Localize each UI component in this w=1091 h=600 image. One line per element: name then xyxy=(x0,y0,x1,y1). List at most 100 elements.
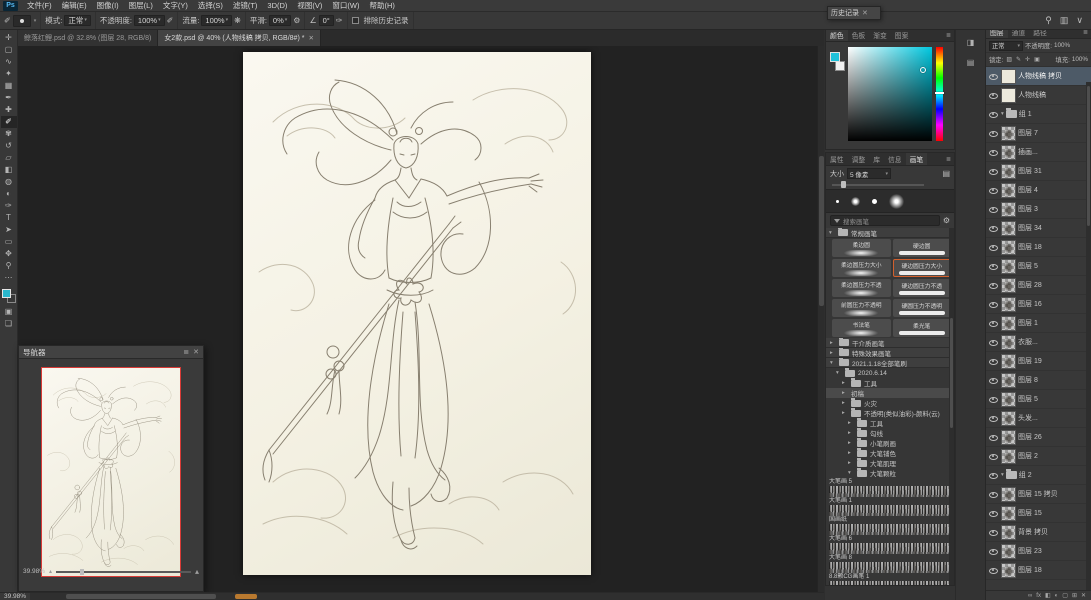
brush-tool[interactable]: ✐ xyxy=(0,116,17,128)
color-swatches[interactable] xyxy=(1,289,16,303)
brush-sample[interactable]: 大笔画 6 xyxy=(826,535,954,554)
layer-thumbnail[interactable] xyxy=(1001,258,1016,274)
healing-brush-tool[interactable]: ✚ xyxy=(1,104,17,116)
chevron-icon[interactable] xyxy=(848,460,854,466)
scrollbar-marker[interactable] xyxy=(235,594,258,599)
panel-menu-icon[interactable]: ≣ xyxy=(946,29,954,41)
zoom-out-icon[interactable]: ▴ xyxy=(49,568,52,575)
visibility-toggle[interactable] xyxy=(988,434,999,441)
brush-preset[interactable]: 书法笔 xyxy=(832,319,891,337)
document-canvas[interactable] xyxy=(243,52,591,575)
chevron-icon[interactable] xyxy=(842,400,848,406)
visibility-toggle[interactable] xyxy=(988,282,999,289)
visibility-toggle[interactable] xyxy=(988,396,999,403)
edit-toolbar-button[interactable]: ⋯ xyxy=(1,272,17,284)
close-icon[interactable]: ✕ xyxy=(193,348,199,356)
smoothing-gear-icon[interactable]: ⚙ xyxy=(293,16,300,25)
hue-slider[interactable] xyxy=(936,47,943,141)
brush-folder-row[interactable]: 特殊效果画笔 xyxy=(826,348,954,358)
flow-value[interactable]: 100% ▾ xyxy=(201,15,233,26)
layer-row[interactable]: 图层 19 xyxy=(986,352,1091,371)
layer-row[interactable]: 图层 28 xyxy=(986,276,1091,295)
slider-handle[interactable] xyxy=(841,181,847,188)
visibility-toggle[interactable] xyxy=(988,548,999,555)
brush-preset[interactable]: 柔边圆压力大小 xyxy=(832,259,891,277)
layer-thumbnail[interactable] xyxy=(1001,144,1016,160)
layer-mask-icon[interactable]: ◧ xyxy=(1045,592,1051,599)
delete-layer-icon[interactable]: ✕ xyxy=(1081,592,1086,599)
path-select-tool[interactable]: ➤ xyxy=(1,224,17,236)
visibility-toggle[interactable] xyxy=(988,472,999,479)
layer-row[interactable]: 头发... xyxy=(986,409,1091,428)
visibility-toggle[interactable] xyxy=(988,92,999,99)
layer-row[interactable]: 图层 5 xyxy=(986,257,1091,276)
brush-group-header[interactable]: 常规画笔 xyxy=(826,228,954,238)
brush-folder-row[interactable]: 火灾 xyxy=(826,398,954,408)
lock-all-icon[interactable]: ▣ xyxy=(1034,56,1040,63)
brush-preset[interactable]: 柔光笔 xyxy=(892,319,951,337)
link-layers-icon[interactable]: ∞ xyxy=(1028,593,1032,599)
visibility-toggle[interactable] xyxy=(988,415,999,422)
group-chevron-icon[interactable] xyxy=(1001,111,1004,117)
smoothing-value[interactable]: 0% ▾ xyxy=(268,15,292,26)
search-icon[interactable]: ⚲ xyxy=(1045,15,1052,26)
panel-tab[interactable]: 渐变 xyxy=(869,29,891,41)
visibility-toggle[interactable] xyxy=(988,206,999,213)
hue-slider-handle[interactable] xyxy=(935,92,944,94)
brush-sample[interactable]: 大笔画 8 xyxy=(826,554,954,573)
panel-menu-icon[interactable]: ≣ xyxy=(946,153,954,165)
menu-item[interactable]: 选择(S) xyxy=(193,0,228,11)
document-tab[interactable]: 女2款.psd @ 40% (人物线稿 拷贝, RGB/8#) * ✕ xyxy=(158,30,321,46)
menu-item[interactable]: 视图(V) xyxy=(292,0,327,11)
brush-preset[interactable]: 硬边圆压力不透 xyxy=(892,279,951,297)
brush-preset-picker[interactable] xyxy=(12,14,31,27)
chevron-icon[interactable] xyxy=(830,340,836,346)
visibility-toggle[interactable] xyxy=(988,358,999,365)
brush-preset[interactable]: 柔边圆压力不透 xyxy=(832,279,891,297)
layer-thumbnail[interactable] xyxy=(1001,201,1016,217)
magic-wand-tool[interactable]: ✦ xyxy=(1,68,17,80)
layer-thumbnail[interactable] xyxy=(1001,372,1016,388)
dodge-tool[interactable]: ◐ xyxy=(1,188,17,200)
brush-folder-row[interactable]: 2020.6.14 xyxy=(826,368,954,378)
zoom-tool[interactable]: ⚲ xyxy=(1,260,17,272)
panel-tab[interactable]: 画笔 xyxy=(905,153,928,165)
layer-row[interactable]: 图层 15 拷贝 xyxy=(986,485,1091,504)
panel-tab[interactable]: 信息 xyxy=(884,153,906,165)
background-color-swatch[interactable] xyxy=(835,61,845,71)
brush-preset[interactable]: 硬圆压力不透明 xyxy=(892,299,951,317)
menu-item[interactable]: 编辑(E) xyxy=(57,0,92,11)
lasso-tool[interactable]: ∿ xyxy=(1,56,17,68)
layer-thumbnail[interactable] xyxy=(1001,448,1016,464)
brush-folder-row[interactable]: 大笔颗粒 xyxy=(826,468,954,478)
chevron-icon[interactable] xyxy=(842,410,848,416)
visibility-toggle[interactable] xyxy=(988,529,999,536)
color-cursor[interactable] xyxy=(920,67,926,73)
layer-thumbnail[interactable] xyxy=(1001,163,1016,179)
scrollbar-thumb[interactable] xyxy=(950,318,953,428)
brush-sample[interactable]: 国画纸 xyxy=(826,516,954,535)
layer-thumbnail[interactable] xyxy=(1001,296,1016,312)
layer-row[interactable]: 人物线稿 拷贝 xyxy=(986,67,1091,86)
layer-thumbnail[interactable] xyxy=(1001,353,1016,369)
layer-thumbnail[interactable] xyxy=(1001,125,1016,141)
saturation-square[interactable] xyxy=(848,47,932,141)
layer-row[interactable]: 图层 34 xyxy=(986,219,1091,238)
menu-item[interactable]: 图像(I) xyxy=(92,0,124,11)
brush-angle-value[interactable]: 0° xyxy=(318,15,334,26)
crop-tool[interactable]: ▦ xyxy=(1,80,17,92)
brush-folder-row[interactable]: 小笔刷画 xyxy=(826,438,954,448)
dock-panel-icon-1[interactable]: ◨ xyxy=(962,35,980,49)
history-brush-tool[interactable]: ↺ xyxy=(1,140,17,152)
zoom-level[interactable]: 39.98% xyxy=(0,593,30,600)
visibility-toggle[interactable] xyxy=(988,491,999,498)
layer-thumbnail[interactable] xyxy=(1001,562,1016,578)
brush-tip-icon[interactable] xyxy=(889,193,904,209)
brush-folder-row[interactable]: 工具 xyxy=(826,378,954,388)
close-icon[interactable]: ✕ xyxy=(862,9,868,17)
eraser-tool[interactable]: ▱ xyxy=(1,152,17,164)
fill-value[interactable]: 100% xyxy=(1072,56,1088,63)
layer-thumbnail[interactable] xyxy=(1001,410,1016,426)
brush-preset[interactable]: 前圆压力不透明 xyxy=(832,299,891,317)
layer-thumbnail[interactable] xyxy=(1001,87,1016,103)
